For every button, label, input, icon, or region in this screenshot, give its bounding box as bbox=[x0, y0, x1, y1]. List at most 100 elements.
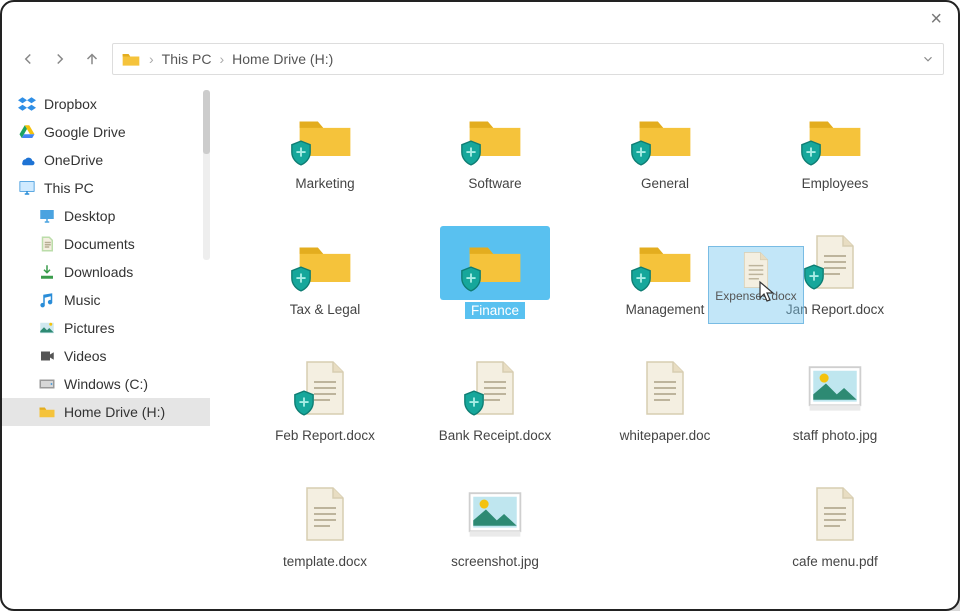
item-label: screenshot.jpg bbox=[451, 554, 539, 569]
item-label: Software bbox=[468, 176, 521, 191]
grid-item-tax-legal[interactable]: Tax & Legal bbox=[240, 222, 410, 342]
sidebar-item-pictures[interactable]: Pictures bbox=[2, 314, 210, 342]
documents-icon bbox=[38, 235, 56, 253]
sidebar-item-label: Dropbox bbox=[44, 96, 97, 112]
chevron-down-icon[interactable] bbox=[921, 52, 935, 66]
sidebar-item-google-drive[interactable]: Google Drive bbox=[2, 118, 210, 146]
grid-item-feb-report-docx[interactable]: Feb Report.docx bbox=[240, 348, 410, 468]
item-label: cafe menu.pdf bbox=[792, 554, 878, 569]
title-bar: × bbox=[2, 2, 958, 36]
item-label: Tax & Legal bbox=[290, 302, 361, 317]
back-button[interactable] bbox=[16, 47, 40, 71]
forward-button[interactable] bbox=[48, 47, 72, 71]
sidebar-item-this-pc[interactable]: This PC bbox=[2, 174, 210, 202]
sidebar-item-label: This PC bbox=[44, 180, 94, 196]
breadcrumb-this-pc[interactable]: This PC bbox=[162, 51, 212, 67]
sidebar-item-label: Desktop bbox=[64, 208, 115, 224]
pictures-icon bbox=[38, 319, 56, 337]
grid-item-management[interactable]: Management bbox=[580, 222, 750, 342]
sidebar-item-label: OneDrive bbox=[44, 152, 103, 168]
sidebar-item-onedrive[interactable]: OneDrive bbox=[2, 146, 210, 174]
sidebar-item-desktop[interactable]: Desktop bbox=[2, 202, 210, 230]
item-label: whitepaper.doc bbox=[620, 428, 711, 443]
nav-bar: › This PC › Home Drive (H:) bbox=[2, 36, 958, 82]
shield-badge-icon bbox=[630, 140, 652, 166]
grid-item-bank-receipt-docx[interactable]: Bank Receipt.docx bbox=[410, 348, 580, 468]
arrow-up-icon bbox=[83, 50, 101, 68]
scrollbar-thumb[interactable] bbox=[203, 90, 210, 154]
grid-item-software[interactable]: Software bbox=[410, 96, 580, 216]
address-bar[interactable]: › This PC › Home Drive (H:) bbox=[112, 43, 944, 75]
sidebar-item-label: Downloads bbox=[64, 264, 133, 280]
item-label: Feb Report.docx bbox=[275, 428, 375, 443]
sidebar-item-dropbox[interactable]: Dropbox bbox=[2, 90, 210, 118]
sidebar-item-documents[interactable]: Documents bbox=[2, 230, 210, 258]
empty-cell bbox=[580, 474, 750, 594]
grid-item-template-docx[interactable]: template.docx bbox=[240, 474, 410, 594]
grid-item-whitepaper-doc[interactable]: whitepaper.doc bbox=[580, 348, 750, 468]
item-label: Marketing bbox=[295, 176, 354, 191]
onedrive-icon bbox=[18, 151, 36, 169]
grid-item-finance[interactable]: Finance bbox=[410, 222, 580, 342]
close-button[interactable]: × bbox=[930, 8, 942, 31]
explorer-window: × › This PC › Home Drive (H:) bbox=[0, 0, 960, 611]
music-icon bbox=[38, 291, 56, 309]
grid-item-general[interactable]: General bbox=[580, 96, 750, 216]
folder-view: Marketing Software General Employees Tax & L… bbox=[210, 82, 958, 609]
breadcrumb-home-drive[interactable]: Home Drive (H:) bbox=[232, 51, 333, 67]
downloads-icon bbox=[38, 263, 56, 281]
item-label: Finance bbox=[465, 302, 525, 319]
sidebar-item-label: Windows (C:) bbox=[64, 376, 148, 392]
folder-icon bbox=[121, 50, 141, 68]
up-button[interactable] bbox=[80, 47, 104, 71]
grid-item-employees[interactable]: Employees bbox=[750, 96, 920, 216]
desktop-icon bbox=[38, 207, 56, 225]
chevron-right-icon: › bbox=[149, 51, 154, 67]
shield-badge-icon bbox=[630, 266, 652, 292]
sidebar-item-windows-c[interactable]: Windows (C:) bbox=[2, 370, 210, 398]
dropbox-icon bbox=[18, 95, 36, 113]
item-label: Jan Report.docx bbox=[786, 302, 884, 317]
shield-badge-icon bbox=[800, 140, 822, 166]
shield-badge-icon bbox=[460, 266, 482, 292]
image-icon bbox=[466, 489, 524, 539]
sidebar-item-downloads[interactable]: Downloads bbox=[2, 258, 210, 286]
chevron-right-icon: › bbox=[219, 51, 224, 67]
sidebar: Dropbox Google Drive OneDrive This PC Deskto… bbox=[2, 82, 210, 609]
item-label: staff photo.jpg bbox=[793, 428, 878, 443]
sidebar-item-label: Pictures bbox=[64, 320, 115, 336]
item-label: General bbox=[641, 176, 689, 191]
monitor-icon bbox=[18, 179, 36, 197]
grid-item-staff-photo-jpg[interactable]: staff photo.jpg bbox=[750, 348, 920, 468]
shield-badge-icon bbox=[463, 390, 485, 416]
sidebar-item-label: Home Drive (H:) bbox=[64, 404, 165, 420]
sidebar-item-videos[interactable]: Videos bbox=[2, 342, 210, 370]
grid-item-screenshot-jpg[interactable]: screenshot.jpg bbox=[410, 474, 580, 594]
file-icon bbox=[303, 486, 347, 542]
file-icon bbox=[813, 486, 857, 542]
sidebar-item-label: Music bbox=[64, 292, 101, 308]
sidebar-item-home-drive-h[interactable]: Home Drive (H:) bbox=[2, 398, 210, 426]
sidebar-item-music[interactable]: Music bbox=[2, 286, 210, 314]
videos-icon bbox=[38, 347, 56, 365]
image-icon bbox=[806, 363, 864, 413]
grid-item-jan-report-docx[interactable]: Jan Report.docx bbox=[750, 222, 920, 342]
arrow-left-icon bbox=[19, 50, 37, 68]
shield-badge-icon bbox=[460, 140, 482, 166]
shield-badge-icon bbox=[293, 390, 315, 416]
arrow-right-icon bbox=[51, 50, 69, 68]
sidebar-item-label: Google Drive bbox=[44, 124, 126, 140]
grid-item-marketing[interactable]: Marketing bbox=[240, 96, 410, 216]
sidebar-item-label: Documents bbox=[64, 236, 135, 252]
shield-badge-icon bbox=[290, 140, 312, 166]
disk-icon bbox=[38, 375, 56, 393]
item-label: Management bbox=[626, 302, 705, 317]
item-label: Employees bbox=[802, 176, 869, 191]
item-label: Bank Receipt.docx bbox=[439, 428, 552, 443]
folder-icon bbox=[38, 403, 56, 421]
sidebar-item-label: Videos bbox=[64, 348, 107, 364]
item-label: template.docx bbox=[283, 554, 367, 569]
grid-item-cafe-menu-pdf[interactable]: cafe menu.pdf bbox=[750, 474, 920, 594]
shield-badge-icon bbox=[290, 266, 312, 292]
file-icon bbox=[643, 360, 687, 416]
